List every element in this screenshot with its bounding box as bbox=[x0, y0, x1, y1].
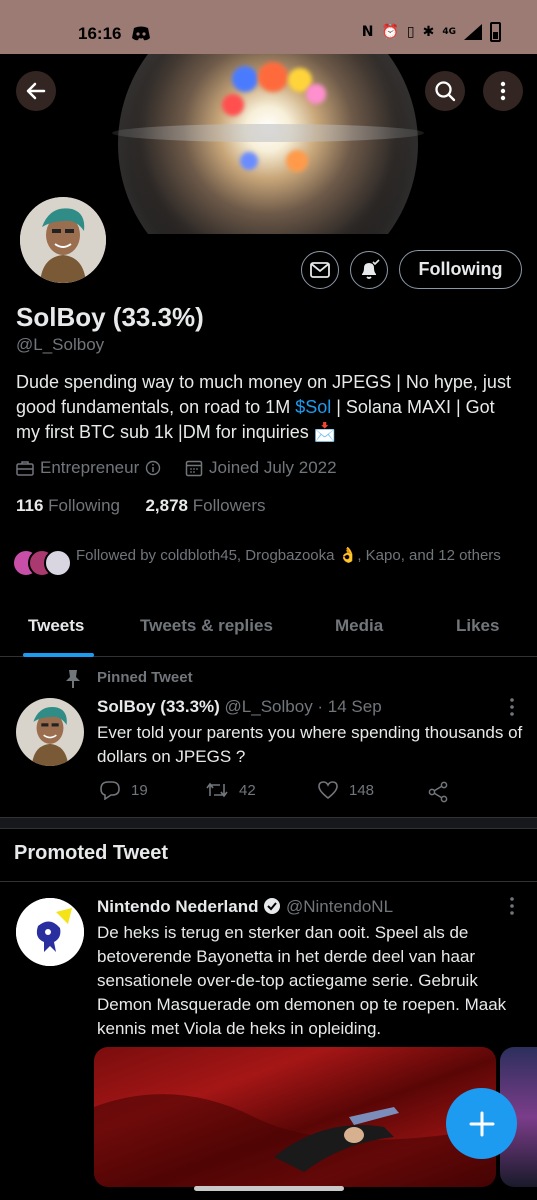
tab-media[interactable]: Media bbox=[335, 616, 383, 636]
calendar-icon bbox=[185, 460, 203, 477]
pinned-tweet-label: Pinned Tweet bbox=[97, 669, 193, 686]
followers-count-link[interactable]: 2,878 Followers bbox=[145, 496, 265, 515]
avatar-illustration bbox=[16, 698, 84, 766]
pin-icon bbox=[66, 670, 80, 688]
tweet-header: SolBoy (33.3%) @L_Solboy · 14 Sep bbox=[97, 697, 382, 717]
alarm-icon: ⏰ bbox=[381, 24, 399, 40]
active-tab-indicator bbox=[23, 653, 94, 657]
bell-icon bbox=[362, 259, 380, 279]
like-action[interactable]: 148 bbox=[317, 780, 374, 800]
network-label: 4G bbox=[442, 27, 456, 37]
banner-blob bbox=[286, 150, 308, 172]
like-icon bbox=[318, 781, 338, 800]
back-arrow-icon bbox=[26, 82, 46, 100]
banner-blob bbox=[240, 152, 258, 170]
verified-icon bbox=[264, 898, 281, 914]
retweet-count: 42 bbox=[239, 781, 256, 799]
promoted-author-avatar[interactable] bbox=[16, 898, 84, 966]
tab-likes[interactable]: Likes bbox=[456, 616, 499, 636]
banner-blob bbox=[232, 66, 258, 92]
divider bbox=[0, 881, 537, 882]
promoted-author-name[interactable]: Nintendo Nederland bbox=[97, 897, 259, 916]
home-indicator[interactable] bbox=[194, 1186, 344, 1191]
tweet-author-avatar[interactable] bbox=[16, 698, 84, 766]
promoted-media-image[interactable] bbox=[94, 1047, 496, 1187]
compose-tweet-button[interactable] bbox=[446, 1088, 517, 1159]
back-button[interactable] bbox=[16, 71, 56, 111]
mail-icon bbox=[310, 262, 330, 278]
promoted-handle: @NintendoNL bbox=[285, 897, 394, 916]
profession-meta: Entrepreneur bbox=[16, 458, 161, 478]
profile-display-name: SolBoy (33.3%) bbox=[16, 302, 204, 332]
battery-icon bbox=[490, 22, 501, 42]
nfc-icon: N bbox=[361, 24, 374, 40]
status-time: 16:16 bbox=[78, 24, 122, 43]
banner-blob bbox=[306, 84, 326, 104]
avatar-illustration bbox=[20, 197, 106, 283]
retweet-action[interactable]: 42 bbox=[205, 780, 256, 800]
share-icon[interactable] bbox=[427, 781, 449, 803]
followed-by-text[interactable]: Followed by coldbloth45, Drogbazooka 👌, … bbox=[76, 545, 516, 566]
compose-plus-icon bbox=[469, 1111, 494, 1136]
more-vertical-icon bbox=[500, 81, 506, 101]
following-label: Following bbox=[48, 496, 120, 515]
section-divider bbox=[0, 817, 537, 829]
banner-ring bbox=[112, 124, 424, 142]
profession-label: Entrepreneur bbox=[40, 458, 140, 477]
tab-tweets[interactable]: Tweets bbox=[28, 616, 84, 636]
tweet-text: Ever told your parents you where spendin… bbox=[97, 723, 523, 766]
following-button[interactable]: Following bbox=[399, 250, 522, 289]
promoted-section-title: Promoted Tweet bbox=[14, 842, 169, 864]
follow-counts: 116 Following 2,878 Followers bbox=[16, 496, 265, 516]
nintendo-logo-icon bbox=[16, 898, 84, 966]
info-icon[interactable] bbox=[145, 460, 161, 476]
tweet-more-icon[interactable] bbox=[502, 697, 522, 717]
tab-tweets-and-replies[interactable]: Tweets & replies bbox=[140, 616, 273, 636]
banner-blob bbox=[222, 94, 244, 116]
status-icons: N ⏰ ▯ ✱ 4G bbox=[362, 22, 501, 42]
tweet-handle-date: @L_Solboy · 14 Sep bbox=[224, 697, 382, 716]
search-icon bbox=[435, 81, 456, 102]
profile-bio: Dude spending way to much money on JPEGS… bbox=[16, 370, 521, 445]
following-count: 116 bbox=[16, 496, 44, 515]
retweet-icon bbox=[206, 782, 228, 798]
like-count: 148 bbox=[349, 781, 375, 799]
profile-tabs: Tweets Tweets & replies Media Likes bbox=[0, 603, 537, 657]
reply-count: 19 bbox=[131, 781, 148, 799]
following-count-link[interactable]: 116 Following bbox=[16, 496, 120, 515]
search-button[interactable] bbox=[425, 71, 465, 111]
joined-meta: Joined July 2022 bbox=[185, 458, 337, 478]
more-options-button[interactable] bbox=[483, 71, 523, 111]
banner-blob bbox=[258, 62, 288, 92]
bluetooth-icon: ✱ bbox=[422, 24, 435, 40]
reply-action[interactable]: 19 bbox=[99, 780, 148, 800]
followers-label: Followers bbox=[192, 496, 266, 515]
message-button[interactable] bbox=[301, 251, 339, 289]
promoted-more-icon[interactable] bbox=[502, 896, 522, 916]
vibrate-icon: ▯ bbox=[406, 24, 415, 40]
profile-avatar[interactable] bbox=[16, 193, 110, 287]
tweet-author-name[interactable]: SolBoy (33.3%) bbox=[97, 697, 220, 716]
joined-label: Joined July 2022 bbox=[209, 458, 337, 477]
promoted-header: Nintendo Nederland @NintendoNL bbox=[97, 897, 393, 917]
reply-icon bbox=[100, 781, 120, 800]
followers-count: 2,878 bbox=[145, 496, 188, 515]
bio-cashtag-link[interactable]: $Sol bbox=[295, 397, 331, 417]
signal-icon bbox=[464, 24, 482, 40]
notifications-button[interactable] bbox=[350, 251, 388, 289]
promoted-text: De heks is terug en sterker dan ooit. Sp… bbox=[97, 923, 507, 1038]
discord-icon bbox=[132, 26, 150, 41]
status-bar: 16:16 N ⏰ ▯ ✱ 4G bbox=[0, 0, 537, 54]
bayonetta-artwork bbox=[94, 1094, 496, 1187]
follower-avatar bbox=[44, 549, 72, 577]
profile-handle: @L_Solboy bbox=[16, 335, 105, 354]
briefcase-icon bbox=[16, 461, 34, 476]
